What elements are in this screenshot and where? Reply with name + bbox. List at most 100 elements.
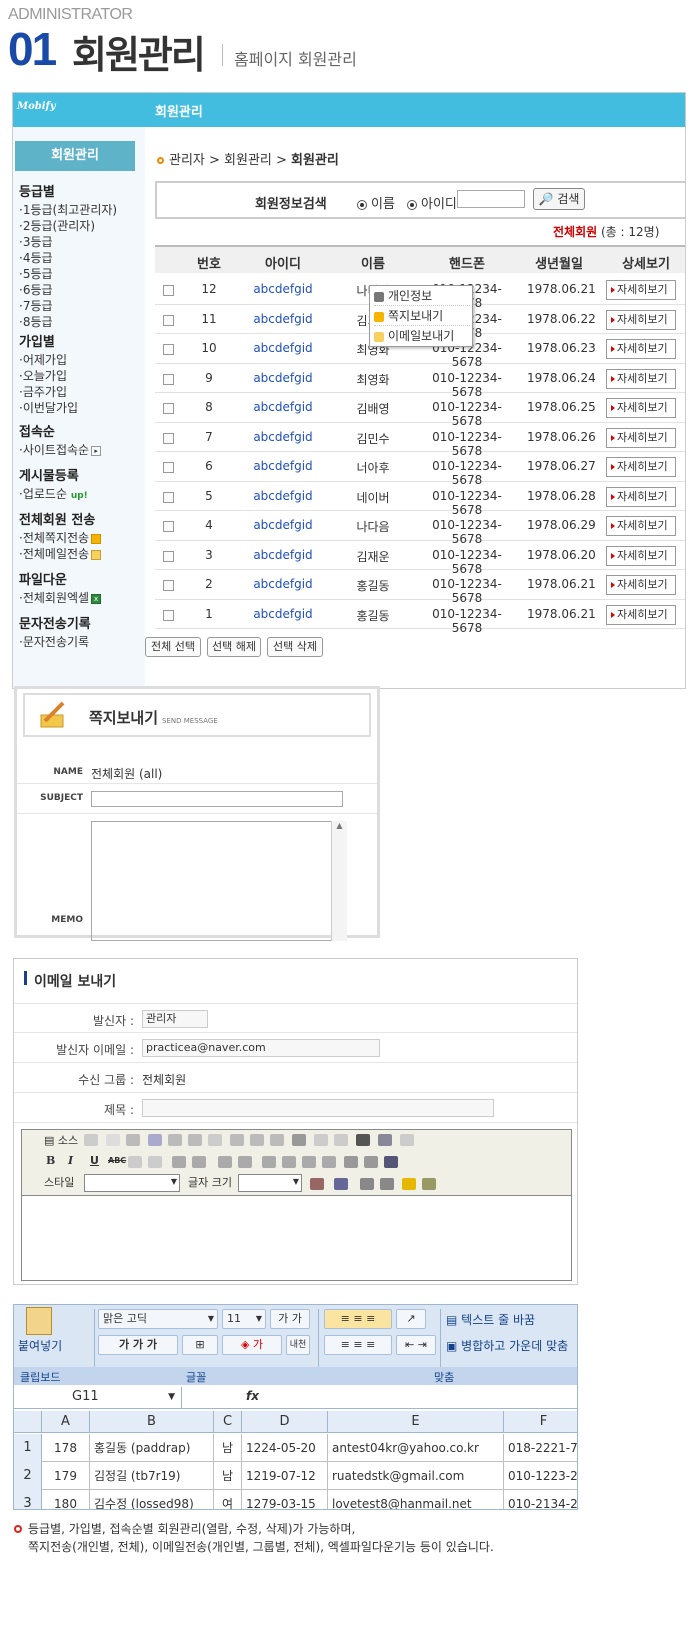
memo-scrollbar[interactable]: ▲ — [331, 821, 347, 941]
row-header[interactable]: 2 — [14, 1462, 42, 1490]
toolbar-icon[interactable] — [292, 1134, 306, 1146]
toolbar-icon[interactable] — [218, 1156, 232, 1168]
horizontal-align-buttons[interactable]: ≡ ≡ ≡ — [324, 1335, 392, 1355]
detail-button[interactable]: 자세히보기 — [606, 516, 676, 536]
strike-button[interactable]: ABC — [108, 1156, 126, 1165]
sidebar-item[interactable]: ·1등급(최고관리자) — [19, 202, 117, 218]
sheet-cell[interactable]: ruatedstk@gmail.com — [328, 1462, 504, 1490]
menu-item-profile[interactable]: 개인정보 — [374, 286, 470, 306]
sheet-cell[interactable]: 김수정 (lossed98) — [90, 1490, 214, 1509]
select-all-corner[interactable] — [14, 1411, 42, 1433]
toolbar-icon[interactable] — [400, 1134, 414, 1146]
sidebar-item[interactable]: ·전체쪽지전송 — [19, 530, 102, 546]
detail-button[interactable]: 자세히보기 — [606, 339, 676, 359]
cell-id-link[interactable]: abcdefgid — [243, 518, 323, 532]
search-button[interactable]: 🔎 검색 — [533, 188, 585, 210]
detail-button[interactable]: 자세히보기 — [606, 575, 676, 595]
sidebar-item[interactable]: ·4등급 — [19, 250, 117, 266]
font-name-select[interactable]: 맑은 고딕 ▼ — [98, 1309, 218, 1329]
toolbar-icon[interactable] — [380, 1178, 394, 1190]
memo-textarea[interactable] — [91, 821, 347, 941]
select-all-button[interactable]: 전체 선택 — [145, 637, 201, 657]
toolbar-icon[interactable] — [314, 1134, 328, 1146]
toolbar-icon[interactable] — [238, 1156, 252, 1168]
style-select[interactable]: ▼ — [84, 1174, 180, 1192]
cell-name[interactable]: 홍길동 — [343, 607, 403, 624]
cell-id-link[interactable]: abcdefgid — [243, 577, 323, 591]
sheet-cell[interactable]: 김정길 (tb7r19) — [90, 1462, 214, 1490]
vertical-align-buttons[interactable]: ≡ ≡ ≡ — [324, 1309, 392, 1329]
row-checkbox[interactable] — [163, 521, 174, 532]
cell-name[interactable]: 김재운 — [343, 548, 403, 565]
cell-id-link[interactable]: abcdefgid — [243, 548, 323, 562]
toolbar-icon[interactable] — [334, 1134, 348, 1146]
cell-name[interactable]: 홍길동 — [343, 577, 403, 594]
row-checkbox[interactable] — [163, 285, 174, 296]
toolbar-icon[interactable] — [384, 1156, 398, 1168]
sidebar-item[interactable]: ·전체메일전송 — [19, 546, 102, 562]
toolbar-icon[interactable] — [356, 1134, 370, 1146]
detail-button[interactable]: 자세히보기 — [606, 368, 676, 389]
column-header[interactable]: D — [242, 1411, 328, 1433]
sheet-cell[interactable]: 018-2221-7878 — [504, 1434, 577, 1462]
detail-button[interactable]: 자세히보기 — [606, 486, 676, 507]
cell-id-link[interactable]: abcdefgid — [243, 607, 323, 621]
paste-button[interactable]: 붙여넣기 — [18, 1337, 62, 1354]
sidebar-item[interactable]: ·업로드순 up! — [19, 486, 88, 504]
sheet-cell[interactable]: 180 — [42, 1490, 90, 1509]
sheet-cell[interactable]: 178 — [42, 1434, 90, 1462]
sheet-cell[interactable]: 1279-03-15 — [242, 1490, 328, 1509]
toolbar-icon[interactable] — [378, 1134, 392, 1146]
bold-button[interactable]: B — [46, 1154, 55, 1167]
detail-button[interactable]: 자세히보기 — [606, 545, 676, 566]
row-checkbox[interactable] — [163, 491, 174, 503]
wrap-text-button[interactable]: ▤ 텍스트 줄 바꿈 — [446, 1311, 535, 1328]
cell-id-link[interactable]: abcdefgid — [243, 489, 323, 503]
sheet-cell[interactable]: 179 — [42, 1462, 90, 1490]
toolbar-icon[interactable] — [322, 1156, 336, 1168]
deselect-button[interactable]: 선택 해제 — [207, 637, 261, 657]
row-checkbox[interactable] — [163, 462, 174, 473]
sidebar-item[interactable]: ·3등급 — [19, 234, 117, 250]
font-size-select[interactable]: 11 ▼ — [222, 1309, 266, 1329]
column-header[interactable]: C — [214, 1411, 242, 1433]
row-checkbox[interactable] — [163, 580, 174, 591]
toolbar-icon[interactable] — [168, 1134, 182, 1146]
sheet-cell[interactable]: 홍길동 (paddrap) — [90, 1434, 214, 1462]
phonetic-button[interactable]: 내천 — [286, 1335, 310, 1355]
toolbar-icon[interactable] — [148, 1134, 162, 1146]
toolbar-icon[interactable] — [208, 1134, 222, 1146]
detail-button[interactable]: 자세히보기 — [606, 457, 676, 477]
column-header[interactable]: F — [504, 1411, 577, 1433]
sheet-cell[interactable]: 남 — [214, 1462, 242, 1490]
sender-input[interactable]: 관리자 — [142, 1010, 208, 1028]
sheet-cell[interactable]: 여 — [214, 1490, 242, 1509]
radio-name[interactable]: 이름 — [357, 193, 395, 212]
subject-input[interactable] — [142, 1099, 494, 1117]
cell-name[interactable]: 너아후 — [343, 459, 403, 476]
toolbar-icon[interactable] — [262, 1156, 276, 1168]
sheet-cell[interactable]: 1224-05-20 — [242, 1434, 328, 1462]
font-grow-button[interactable]: 가 가 — [270, 1309, 310, 1329]
sheet-cell[interactable]: 남 — [214, 1434, 242, 1462]
sidebar-item[interactable]: ·8등급 — [19, 314, 117, 330]
name-box[interactable]: G11 ▼ — [14, 1387, 182, 1409]
detail-button[interactable]: 자세히보기 — [606, 398, 676, 418]
sheet-cell[interactable]: 1219-07-12 — [242, 1462, 328, 1490]
toolbar-icon[interactable] — [126, 1134, 140, 1146]
sidebar-item[interactable]: ·전체회원엑셀 x — [19, 590, 102, 606]
cell-id-link[interactable]: abcdefgid — [243, 371, 323, 385]
merge-center-button[interactable]: ▣ 병합하고 가운데 맞춤 — [446, 1337, 568, 1354]
toolbar-icon[interactable] — [148, 1156, 162, 1168]
sidebar-item[interactable]: ·오늘가입 — [19, 368, 78, 384]
font-style-buttons[interactable]: 가 가 가 — [98, 1335, 178, 1355]
sheet-cell[interactable]: lovetest8@hanmail.net — [328, 1490, 504, 1509]
delete-selected-button[interactable]: 선택 삭제 — [267, 637, 323, 657]
cell-name[interactable]: 김민수 — [343, 430, 403, 447]
toolbar-icon[interactable] — [128, 1156, 142, 1168]
column-header[interactable]: B — [90, 1411, 214, 1433]
orientation-button[interactable]: ↗ — [396, 1309, 426, 1329]
sidebar-item[interactable]: ·2등급(관리자) — [19, 218, 117, 234]
toolbar-icon[interactable] — [230, 1134, 244, 1146]
indent-buttons[interactable]: ⇤ ⇥ — [396, 1335, 436, 1355]
